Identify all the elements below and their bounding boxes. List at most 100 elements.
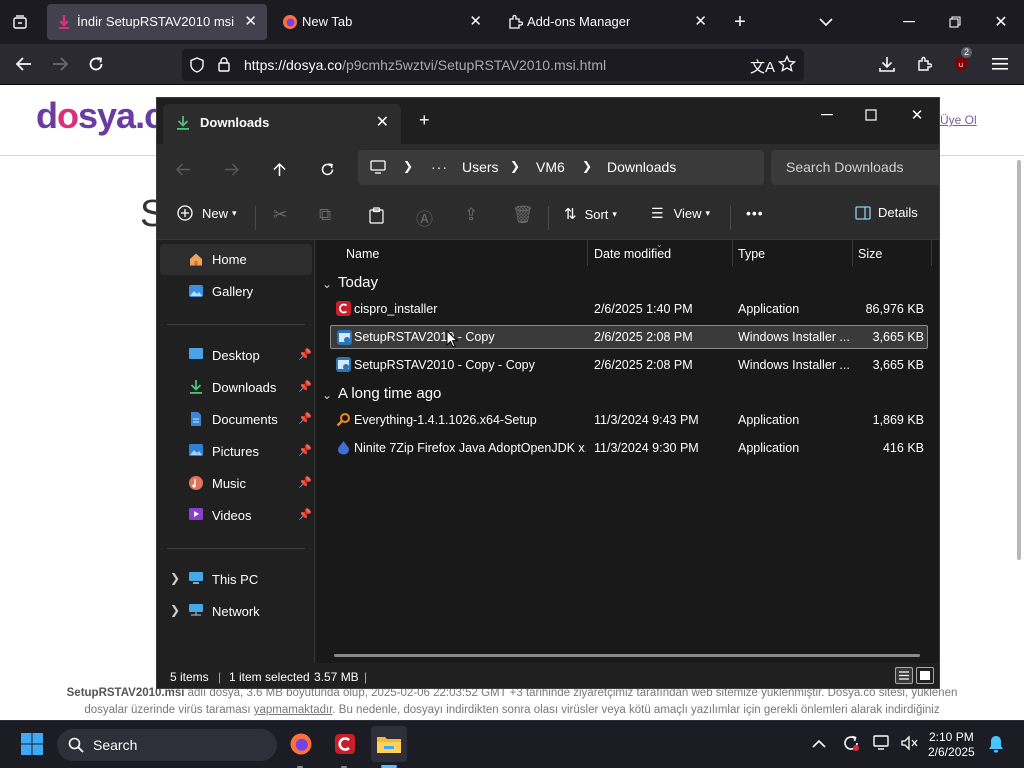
hamburger-menu-icon[interactable] <box>986 50 1014 78</box>
pin-icon[interactable]: 📌 <box>298 380 312 393</box>
restore-icon[interactable] <box>941 8 969 36</box>
more-crumbs-icon[interactable]: ··· <box>431 159 448 175</box>
close-tab-icon[interactable]: ✕ <box>244 12 257 30</box>
signup-link[interactable]: Üye Ol <box>940 113 977 127</box>
paste-icon[interactable] <box>369 207 384 224</box>
browser-tab-addons[interactable]: Add-ons Manager ✕ <box>497 4 717 40</box>
close-window-icon[interactable]: ✕ <box>987 8 1015 36</box>
close-tab-icon[interactable]: ✕ <box>469 12 482 30</box>
nav-item-network[interactable]: ❯ Network <box>160 596 312 627</box>
chevron-up-icon[interactable] <box>812 736 826 754</box>
horizontal-scrollbar[interactable] <box>334 654 920 657</box>
computer-icon[interactable] <box>370 160 386 179</box>
sync-icon[interactable] <box>842 734 860 757</box>
new-tab-button[interactable]: + <box>726 8 754 36</box>
page-scrollbar[interactable] <box>1017 160 1021 560</box>
new-tab-plus-icon[interactable]: + <box>419 110 430 131</box>
column-divider[interactable] <box>931 240 932 266</box>
pin-icon[interactable]: 📌 <box>298 412 312 425</box>
table-row[interactable]: cispro_installer 2/6/2025 1:40 PM Applic… <box>330 297 928 321</box>
nav-item-home[interactable]: Home <box>160 244 312 275</box>
chevron-right-icon[interactable]: ❯ <box>170 603 180 617</box>
minimize-icon[interactable] <box>807 102 847 128</box>
group-header-today[interactable]: Today <box>338 274 378 291</box>
chevron-right-icon[interactable]: ❯ <box>170 571 180 585</box>
forward-arrow-icon[interactable] <box>219 157 243 181</box>
group-header-long-ago[interactable]: A long time ago <box>338 385 441 402</box>
minimize-icon[interactable] <box>895 8 923 36</box>
taskbar-search-box[interactable]: Search <box>57 729 277 761</box>
start-button-windows-icon[interactable] <box>14 726 50 762</box>
details-pane-button[interactable]: Details <box>855 205 918 220</box>
explorer-title-bar[interactable]: Downloads ✕ + ✕ <box>157 98 939 144</box>
refresh-icon[interactable] <box>315 157 339 181</box>
more-options-icon[interactable]: ••• <box>746 205 764 221</box>
close-tab-icon[interactable]: ✕ <box>376 112 389 132</box>
close-tab-icon[interactable]: ✕ <box>694 12 707 30</box>
view-button[interactable]: ☰ View ▾ <box>651 205 710 222</box>
back-arrow-icon[interactable] <box>10 50 38 78</box>
bookmark-star-icon[interactable] <box>777 54 797 78</box>
browser-tab-indir[interactable]: İndir SetupRSTAV2010 msi ✕ <box>47 4 267 40</box>
copy-icon[interactable]: ⧉ <box>319 205 331 225</box>
back-arrow-icon[interactable] <box>171 157 195 181</box>
close-window-icon[interactable]: ✕ <box>897 102 937 128</box>
translate-icon[interactable]: 文A <box>750 56 775 77</box>
reload-icon[interactable] <box>82 50 110 78</box>
nav-item-downloads[interactable]: Downloads 📌 <box>160 372 312 403</box>
tab-overflow-chevron-icon[interactable] <box>812 8 840 36</box>
sort-button[interactable]: ⇅ Sort ▾ <box>564 205 617 223</box>
column-header-name[interactable]: Name <box>346 247 379 261</box>
column-divider[interactable] <box>852 240 853 266</box>
cut-icon[interactable]: ✂ <box>273 205 287 225</box>
column-divider[interactable] <box>732 240 733 266</box>
nav-item-pictures[interactable]: Pictures 📌 <box>160 436 312 467</box>
details-view-icon[interactable] <box>895 667 913 684</box>
up-arrow-icon[interactable] <box>267 157 291 181</box>
column-divider[interactable] <box>587 240 588 266</box>
nav-item-documents[interactable]: Documents 📌 <box>160 404 312 435</box>
table-row[interactable]: SetupRSTAV2010 - Copy - Copy 2/6/2025 2:… <box>330 353 928 377</box>
pin-icon[interactable]: 📌 <box>298 476 312 489</box>
share-icon[interactable]: ⇪ <box>464 205 478 225</box>
taskbar-cispro-icon[interactable] <box>327 726 363 762</box>
tiles-view-icon[interactable] <box>916 667 934 684</box>
column-header-date[interactable]: Date modified <box>594 247 671 261</box>
delete-icon[interactable]: 🗑 <box>512 205 534 225</box>
forward-arrow-icon[interactable] <box>46 50 74 78</box>
pin-icon[interactable]: 📌 <box>298 348 312 361</box>
volume-muted-icon[interactable] <box>900 735 918 756</box>
explorer-tab-downloads[interactable]: Downloads ✕ <box>163 104 401 144</box>
extensions-icon[interactable] <box>910 50 938 78</box>
column-header-size[interactable]: Size <box>858 247 882 261</box>
shield-icon[interactable] <box>190 57 204 78</box>
notification-bell-icon[interactable] <box>988 735 1004 758</box>
nav-item-videos[interactable]: Videos 📌 <box>160 500 312 531</box>
breadcrumb[interactable]: ❯ ··· Users ❯ VM6 ❯ Downloads <box>358 150 764 185</box>
dosya-logo[interactable]: dosya.c <box>36 95 164 137</box>
breadcrumb-downloads[interactable]: Downloads <box>607 159 676 175</box>
address-bar[interactable]: https://dosya.co/p9cmhz5wztvi/SetupRSTAV… <box>182 49 804 81</box>
browser-tab-newtab[interactable]: New Tab ✕ <box>272 4 492 40</box>
pin-icon[interactable]: 📌 <box>298 508 312 521</box>
column-header-type[interactable]: Type <box>738 247 765 261</box>
downloads-icon[interactable] <box>873 50 901 78</box>
tab-list-icon[interactable] <box>6 8 34 36</box>
breadcrumb-vm6[interactable]: VM6 <box>536 159 565 175</box>
table-row-selected[interactable]: SetupRSTAV2010 - Copy 2/6/2025 2:08 PM W… <box>330 325 928 349</box>
maximize-icon[interactable] <box>851 102 891 128</box>
new-button[interactable]: New ▾ <box>177 205 237 221</box>
url-text[interactable]: https://dosya.co/p9cmhz5wztvi/SetupRSTAV… <box>244 57 606 73</box>
nav-item-music[interactable]: Music 📌 <box>160 468 312 499</box>
lock-icon[interactable] <box>218 57 230 77</box>
rename-icon[interactable]: Ⓐ <box>416 205 433 230</box>
nav-item-desktop[interactable]: Desktop 📌 <box>160 340 312 371</box>
nav-item-this-pc[interactable]: ❯ This PC <box>160 564 312 595</box>
search-input[interactable]: Search Downloads <box>771 150 939 185</box>
breadcrumb-users[interactable]: Users <box>462 159 499 175</box>
table-row[interactable]: Ninite 7Zip Firefox Java AdoptOpenJDK x.… <box>330 436 928 460</box>
group-collapse-chevron-icon[interactable]: ⌄ <box>322 388 332 402</box>
network-display-icon[interactable] <box>873 735 891 756</box>
pin-icon[interactable]: 📌 <box>298 444 312 457</box>
taskbar-file-explorer-icon[interactable] <box>371 726 407 762</box>
